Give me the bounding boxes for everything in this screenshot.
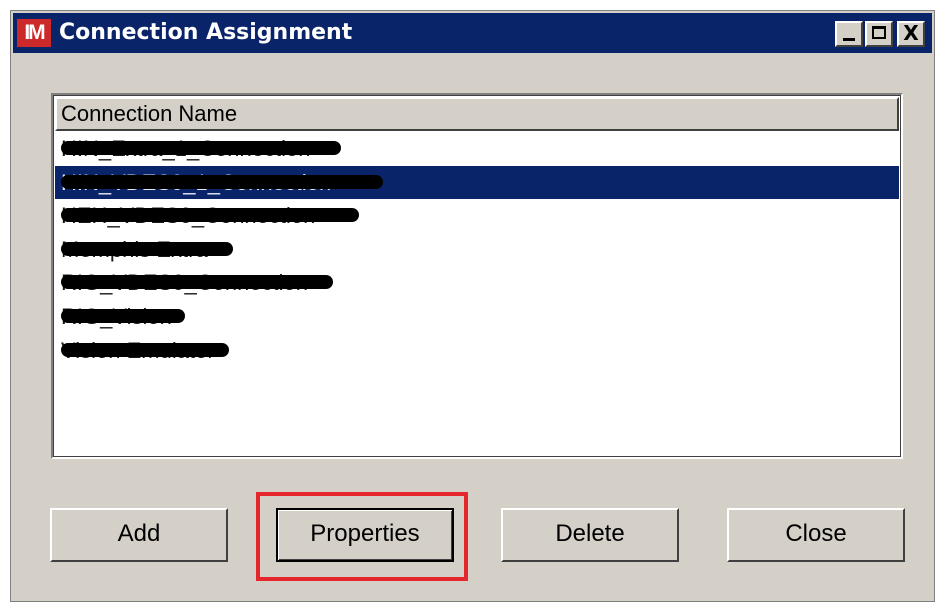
delete-button[interactable]: Delete (501, 508, 679, 562)
add-button[interactable]: Add (50, 508, 228, 562)
list-item[interactable]: HIN_Extra_1_Connection (55, 132, 899, 166)
list-item[interactable]: Memphis Extra (55, 233, 899, 267)
close-icon: X (903, 21, 919, 45)
window-title: Connection Assignment (59, 20, 353, 45)
minimize-icon (843, 38, 855, 41)
redaction-mark (61, 342, 229, 357)
close-button[interactable]: Close (727, 508, 905, 562)
list-item[interactable]: RIG_Vision (55, 300, 899, 334)
maximize-button[interactable] (865, 21, 893, 47)
close-window-button[interactable]: X (897, 21, 925, 47)
redaction-mark (61, 275, 333, 290)
maximize-icon (872, 26, 886, 39)
connection-assignment-window: IM Connection Assignment X Connection Na… (10, 10, 935, 602)
redaction-mark (61, 208, 359, 223)
list-item[interactable]: Vision Emulator (55, 334, 899, 368)
connection-list[interactable]: Connection Name HIN_Extra_1_ConnectionHI… (51, 93, 903, 459)
app-logo-icon: IM (17, 19, 51, 47)
column-header-connection-name[interactable]: Connection Name (55, 97, 899, 131)
connection-rows: HIN_Extra_1_ConnectionHIN_VDES0_1_Connec… (55, 132, 899, 367)
list-item[interactable]: RIG_VDES0_Connection (55, 266, 899, 300)
list-item[interactable]: HEH_VDES0_Connection (55, 199, 899, 233)
redaction-mark (61, 241, 233, 256)
title-bar[interactable]: IM Connection Assignment X (13, 13, 932, 53)
minimize-button[interactable] (835, 21, 863, 47)
redaction-mark (61, 141, 341, 155)
redaction-mark (61, 174, 383, 189)
redaction-mark (61, 308, 185, 323)
properties-button[interactable]: Properties (276, 508, 454, 562)
list-item[interactable]: HIN_VDES0_1_Connection (55, 165, 899, 200)
